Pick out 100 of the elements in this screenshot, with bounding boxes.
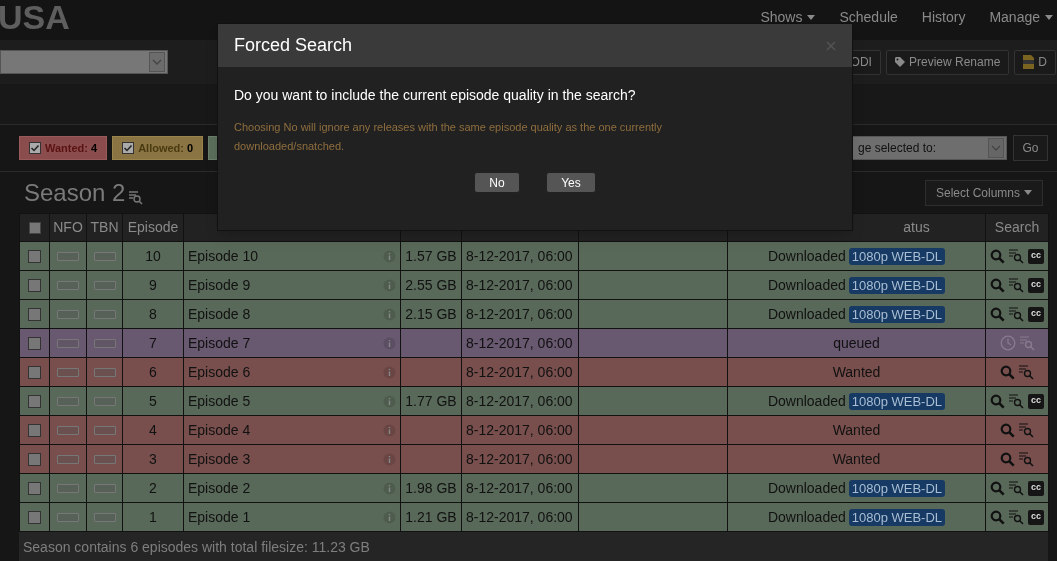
list-search-icon[interactable] xyxy=(129,190,144,205)
list-search-icon[interactable] xyxy=(1009,277,1024,293)
row-checkbox[interactable] xyxy=(28,337,41,351)
tbn-indicator-icon xyxy=(93,513,116,523)
file-size: 2.55 GB xyxy=(405,276,457,293)
list-search-icon[interactable] xyxy=(1019,364,1034,380)
row-checkbox[interactable] xyxy=(28,424,41,438)
row-checkbox[interactable] xyxy=(28,279,41,293)
tbn-indicator-icon xyxy=(93,339,116,349)
list-search-icon[interactable] xyxy=(1009,480,1024,496)
subtitles-icon[interactable]: cc xyxy=(1028,480,1044,496)
filter-chip[interactable]: Allowed: 0 xyxy=(112,136,204,160)
airdate: 8-12-2017, 06:00 xyxy=(466,363,573,380)
dialog-button[interactable]: No xyxy=(474,172,520,193)
clock-icon xyxy=(999,335,1016,351)
episode-number: 3 xyxy=(149,450,157,467)
row-checkbox[interactable] xyxy=(28,511,41,525)
airdate: 8-12-2017, 06:00 xyxy=(466,247,573,264)
search-icon[interactable] xyxy=(990,480,1005,496)
checkbox[interactable] xyxy=(29,142,41,154)
airdate: 8-12-2017, 06:00 xyxy=(466,508,573,525)
select-columns-button[interactable]: Select Columns xyxy=(924,179,1043,206)
info-icon[interactable] xyxy=(383,481,396,495)
subtitles-icon[interactable]: cc xyxy=(1028,277,1044,293)
episode-number: 2 xyxy=(149,479,157,496)
show-select[interactable] xyxy=(0,50,168,74)
nav-link[interactable]: Schedule xyxy=(839,7,898,28)
search-icon[interactable] xyxy=(990,277,1005,293)
tbn-indicator-icon xyxy=(93,397,116,407)
airdate: 8-12-2017, 06:00 xyxy=(466,479,573,496)
episode-status: Wanted xyxy=(832,420,881,440)
list-search-icon[interactable] xyxy=(1009,509,1024,525)
airdate: 8-12-2017, 06:00 xyxy=(466,334,573,351)
row-checkbox[interactable] xyxy=(28,250,41,264)
episode-status: Downloaded xyxy=(767,275,846,295)
list-search-icon[interactable] xyxy=(1019,422,1034,438)
toolbar-button[interactable]: Preview Rename xyxy=(885,49,1010,75)
search-icon[interactable] xyxy=(990,509,1005,525)
dialog-hint: Choosing No will ignore any releases with the same episode quality as the one currently downloaded/snatched. xyxy=(234,120,663,154)
row-checkbox[interactable] xyxy=(28,482,41,496)
episode-name: Episode 2 xyxy=(188,478,251,498)
airdate: 8-12-2017, 06:00 xyxy=(466,305,573,322)
episode-number: 10 xyxy=(145,247,161,264)
episode-status: Downloaded xyxy=(767,304,846,324)
row-checkbox[interactable] xyxy=(28,366,41,380)
episode-status: queued xyxy=(833,333,880,353)
info-icon[interactable] xyxy=(383,394,396,408)
row-checkbox[interactable] xyxy=(28,453,41,467)
list-search-icon[interactable] xyxy=(1009,248,1024,264)
tbn-indicator-icon xyxy=(93,310,116,320)
search-icon[interactable] xyxy=(990,248,1005,264)
quality-badge: 1080p WEB-DL xyxy=(848,392,946,410)
toolbar-button[interactable]: D xyxy=(1014,49,1056,75)
tag-icon xyxy=(894,57,905,67)
airdate: 8-12-2017, 06:00 xyxy=(466,392,573,409)
nav-link[interactable]: Manage xyxy=(989,7,1053,28)
info-icon[interactable] xyxy=(383,278,396,292)
nfo-indicator-icon xyxy=(57,252,79,262)
dialog-button[interactable]: Yes xyxy=(546,172,596,193)
list-search-icon[interactable] xyxy=(1009,393,1024,409)
tbn-indicator-icon xyxy=(93,426,116,436)
search-icon[interactable] xyxy=(990,306,1005,322)
nav-link[interactable]: History xyxy=(921,7,966,28)
quality-badge: 1080p WEB-DL xyxy=(848,508,946,526)
search-icon[interactable] xyxy=(1000,422,1015,438)
info-icon[interactable] xyxy=(383,365,396,379)
file-size: 1.21 GB xyxy=(405,508,457,525)
episode-number: 8 xyxy=(149,305,157,322)
info-icon[interactable] xyxy=(383,249,396,263)
filter-chip[interactable]: Wanted: 4 xyxy=(19,136,108,160)
season-summary: Season contains 6 episodes with total filesize: 11.23 GB xyxy=(23,537,370,557)
list-search-icon[interactable] xyxy=(1009,306,1024,322)
row-checkbox[interactable] xyxy=(28,395,41,409)
episode-name: Episode 5 xyxy=(188,391,251,411)
close-icon[interactable] xyxy=(826,40,836,51)
info-icon[interactable] xyxy=(383,510,396,524)
tbn-indicator-icon xyxy=(93,252,116,262)
search-icon[interactable] xyxy=(1000,451,1015,467)
airdate: 8-12-2017, 06:00 xyxy=(466,450,573,467)
info-icon[interactable] xyxy=(383,336,396,350)
subtitles-icon[interactable]: cc xyxy=(1028,393,1044,409)
subtitles-icon[interactable]: cc xyxy=(1028,248,1044,264)
info-icon[interactable] xyxy=(383,423,396,437)
row-checkbox[interactable] xyxy=(28,308,41,322)
select-value: ge selected to: xyxy=(857,140,937,157)
subtitles-icon[interactable]: cc xyxy=(1028,509,1044,525)
tbn-indicator-icon xyxy=(93,368,116,378)
info-icon[interactable] xyxy=(383,452,396,466)
episode-number: 1 xyxy=(149,508,157,525)
select-all-checkbox[interactable] xyxy=(28,222,41,235)
go-button[interactable]: Go xyxy=(1013,135,1048,161)
nfo-indicator-icon xyxy=(57,339,79,349)
nav-link[interactable]: Shows xyxy=(760,7,816,28)
info-icon[interactable] xyxy=(383,307,396,321)
checkbox[interactable] xyxy=(122,142,135,154)
subtitles-icon[interactable]: cc xyxy=(1028,306,1044,322)
list-search-icon[interactable] xyxy=(1019,451,1034,467)
file-size: 1.98 GB xyxy=(405,479,457,496)
search-icon[interactable] xyxy=(990,393,1005,409)
search-icon[interactable] xyxy=(1000,364,1015,380)
